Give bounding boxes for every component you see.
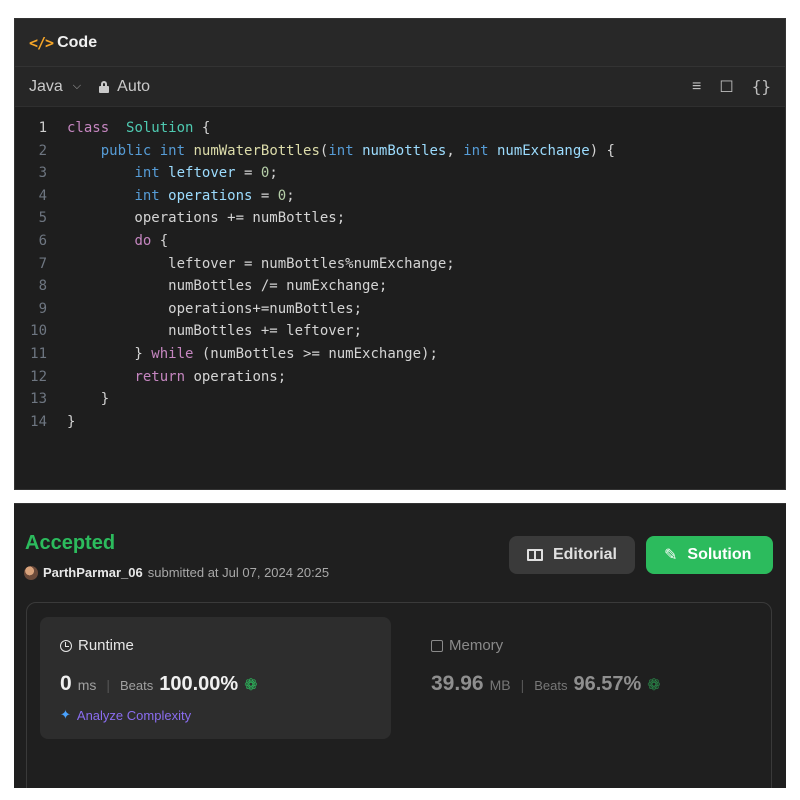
status-badge: Accepted [25, 532, 116, 554]
code-line[interactable]: 10 numBottles += leftover; [15, 320, 785, 343]
runtime-beats-value: 100.00% [159, 673, 239, 695]
divider: | [106, 677, 110, 693]
line-number: 5 [38, 210, 47, 227]
line-number: 10 [30, 323, 47, 340]
code-line[interactable]: 6 do { [15, 230, 785, 253]
line-number: 12 [30, 368, 47, 385]
memory-beats-label: Beats [534, 678, 568, 693]
code-line[interactable]: 1 class Solution { [15, 117, 785, 140]
code-icon: </> [29, 33, 54, 52]
stats-container: Runtime 0 ms | Beats 100.00% ❁ ✦ Analyze… [26, 602, 772, 788]
code-line[interactable]: 8 numBottles /= numExchange; [15, 275, 785, 298]
line-number: 8 [38, 278, 47, 295]
runtime-title: Runtime [60, 637, 134, 654]
clock-icon [60, 639, 72, 652]
code-text: operations += numBottles; [67, 210, 346, 227]
code-text: } [67, 391, 110, 408]
auto-mode-toggle[interactable]: Auto [99, 78, 150, 96]
code-editor[interactable]: 1 class Solution { 2 public int numWaterBo… [15, 107, 785, 433]
sparkle-icon: ✦ [60, 707, 71, 722]
runtime-value: 0 [60, 672, 72, 695]
line-number: 3 [38, 165, 47, 182]
braces-icon[interactable]: {} [752, 77, 771, 96]
analyze-complexity-label: Analyze Complexity [76, 707, 192, 723]
bookmark-icon[interactable]: ☐ [719, 77, 733, 97]
runtime-stats: 0 ms | Beats 100.00% ❁ [60, 672, 258, 696]
memory-title-label: Memory [449, 637, 504, 654]
memory-stats: 39.96 MB | Beats 96.57% ❁ [431, 672, 661, 696]
code-line[interactable]: 14} [15, 411, 785, 434]
memory-beats-value: 96.57% [573, 673, 642, 695]
code-text: class Solution { [67, 120, 211, 136]
line-number: 13 [30, 391, 47, 408]
code-line[interactable]: 13 } [15, 388, 785, 411]
memory-card[interactable]: Memory 39.96 MB | Beats 96.57% ❁ [411, 617, 751, 739]
username-link[interactable]: ParthParmar_06 [43, 565, 143, 580]
language-label: Java [29, 77, 63, 95]
line-number: 9 [38, 300, 47, 317]
code-text: } while (numBottles >= numExchange); [67, 345, 438, 362]
memory-unit: MB [489, 677, 511, 693]
editor-toolbar: Java ⌵ Auto ≡ ☐ {} [15, 67, 785, 107]
line-number: 7 [38, 255, 47, 272]
runtime-beats-label: Beats [120, 678, 154, 693]
line-number: 11 [30, 345, 47, 362]
line-number: 6 [38, 232, 47, 249]
code-line[interactable]: 9 operations+=numBottles; [15, 298, 785, 321]
book-icon [527, 549, 543, 561]
code-text: numBottles /= numExchange; [67, 278, 388, 295]
chip-icon [431, 639, 443, 652]
editorial-button[interactable]: Editorial [509, 536, 635, 574]
format-icon[interactable]: ≡ [692, 78, 701, 96]
submission-result-panel: Accepted ParthParmar_06 submitted at Jul… [14, 503, 786, 788]
submitted-time: submitted at Jul 07, 2024 20:25 [147, 565, 330, 580]
language-selector[interactable]: Java ⌵ [29, 78, 81, 96]
line-number: 14 [30, 413, 47, 430]
code-panel-header: </> Code [15, 19, 785, 67]
code-text: leftover = numBottles%numExchange; [67, 255, 455, 272]
code-line[interactable]: 11 } while (numBottles >= numExchange); [15, 343, 785, 366]
divider: | [520, 677, 525, 693]
submission-info: ParthParmar_06 submitted at Jul 07, 2024… [24, 565, 329, 580]
code-line[interactable]: 4 int operations = 0; [15, 185, 785, 208]
clap-icon: ❁ [647, 677, 661, 694]
code-line[interactable]: 5 operations += numBottles; [15, 207, 785, 230]
avatar[interactable] [24, 565, 38, 580]
code-panel: </> Code Java ⌵ Auto ≡ ☐ {} 1 class Solut… [14, 18, 786, 490]
code-text: public int numWaterBottles(int numBottle… [100, 142, 615, 159]
chevron-down-icon: ⌵ [72, 80, 82, 92]
code-text: int operations = 0; [134, 187, 295, 204]
memory-value: 39.96 [431, 672, 484, 695]
runtime-unit: ms [77, 677, 97, 693]
editorial-label: Editorial [552, 546, 617, 563]
code-text: } [67, 413, 76, 430]
code-line[interactable]: 2 public int numWaterBottles(int numBott… [15, 140, 785, 163]
code-line[interactable]: 3 int leftover = 0; [15, 162, 785, 185]
code-text: numBottles += leftover; [67, 323, 363, 340]
line-number: 2 [38, 142, 47, 159]
lock-icon [99, 80, 110, 93]
code-line[interactable]: 7 leftover = numBottles%numExchange; [15, 253, 785, 276]
edit-icon: ✎ [664, 547, 678, 564]
code-panel-title: Code [57, 33, 98, 51]
solution-button[interactable]: ✎ Solution [646, 536, 773, 574]
analyze-complexity-link[interactable]: ✦ Analyze Complexity [60, 707, 191, 723]
memory-title: Memory [431, 637, 503, 654]
code-text: return operations; [134, 368, 287, 385]
runtime-card[interactable]: Runtime 0 ms | Beats 100.00% ❁ ✦ Analyze… [40, 617, 391, 739]
line-number: 1 [38, 120, 47, 136]
solution-label: Solution [687, 546, 752, 563]
clap-icon: ❁ [244, 677, 258, 694]
code-text: operations+=numBottles; [67, 300, 363, 317]
code-text: int leftover = 0; [134, 165, 278, 182]
runtime-title-label: Runtime [78, 637, 134, 654]
auto-mode-label: Auto [117, 77, 151, 95]
code-text: do { [134, 232, 169, 249]
code-line[interactable]: 12 return operations; [15, 366, 785, 389]
line-number: 4 [38, 187, 47, 204]
